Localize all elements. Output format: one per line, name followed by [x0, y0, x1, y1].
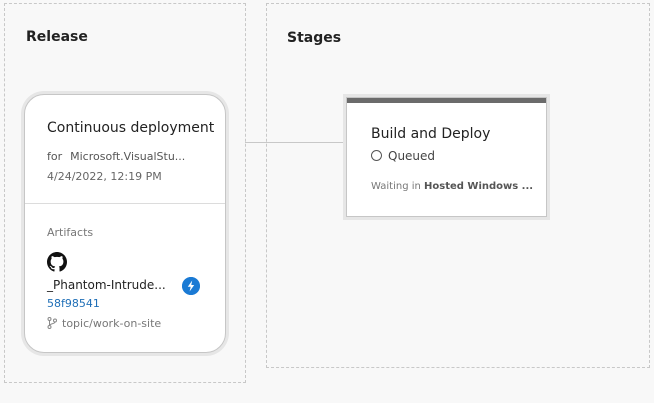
stage-status: Queued	[388, 149, 436, 163]
github-icon	[47, 252, 67, 272]
release-card[interactable]: Continuous deployment for Microsoft.Visua…	[24, 94, 226, 353]
stage-card-build-and-deploy[interactable]: Build and Deploy Queued Waiting in Hoste…	[346, 97, 547, 217]
release-title: Release	[26, 29, 88, 45]
commit-link[interactable]: 58f98541	[47, 297, 100, 310]
stage-status-bar	[347, 98, 546, 103]
for-label: for	[47, 150, 63, 163]
queued-circle-icon	[371, 150, 382, 161]
artifact-name[interactable]: _Phantom-Intrude...	[47, 278, 166, 292]
waiting-target: Hosted Windows ...	[424, 181, 534, 192]
for-value: Microsoft.VisualStu...	[70, 150, 186, 163]
artifacts-label: Artifacts	[47, 226, 94, 239]
stages-title: Stages	[287, 30, 342, 46]
branch-icon	[47, 317, 57, 329]
stage-name[interactable]: Build and Deploy	[371, 126, 490, 142]
waiting-prefix: Waiting in	[371, 181, 425, 192]
stage-waiting-text: Waiting in Hosted Windows ...	[371, 181, 533, 192]
card-divider	[25, 203, 225, 204]
trigger-for: for Microsoft.VisualStu...	[47, 150, 185, 163]
release-stage-connector	[245, 142, 345, 143]
branch-name: topic/work-on-site	[62, 317, 162, 330]
trigger-heading[interactable]: Continuous deployment	[47, 120, 214, 136]
release-date: 4/24/2022, 12:19 PM	[47, 170, 162, 183]
lightning-icon[interactable]	[182, 277, 200, 295]
